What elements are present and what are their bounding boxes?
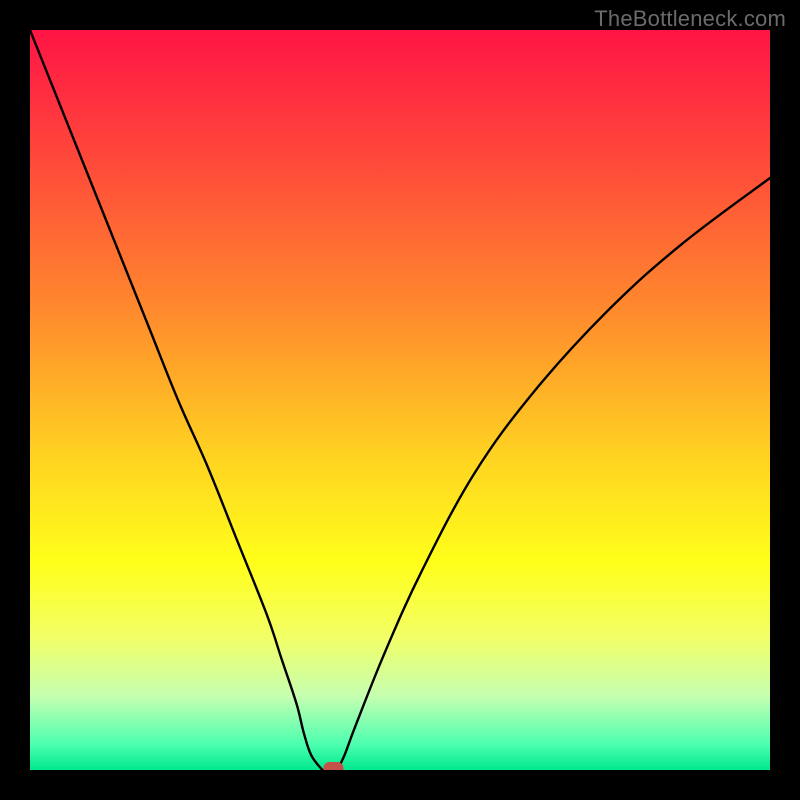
plot-area (30, 30, 770, 770)
watermark-text: TheBottleneck.com (594, 6, 786, 32)
minimum-marker (323, 762, 343, 770)
marker-layer (30, 30, 770, 770)
chart-frame: TheBottleneck.com (0, 0, 800, 800)
